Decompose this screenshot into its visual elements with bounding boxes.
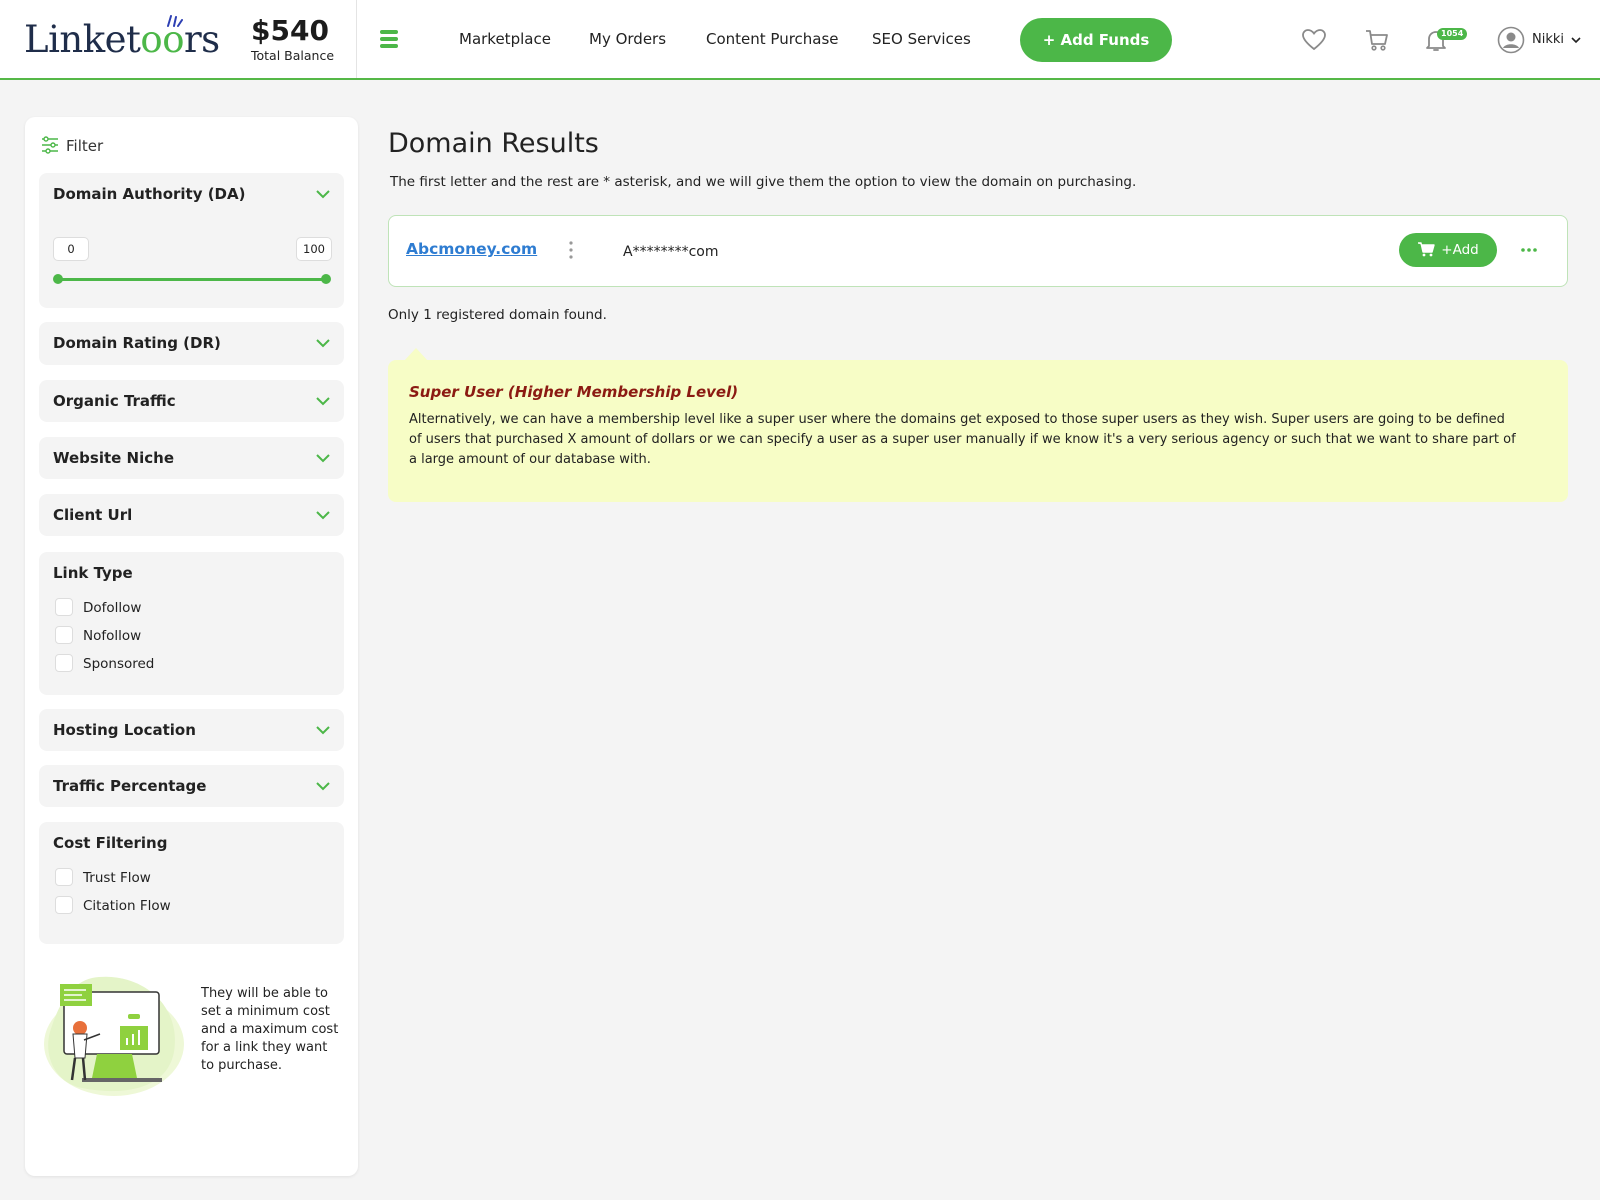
menu-toggle-icon[interactable] xyxy=(380,30,398,48)
nofollow-option[interactable]: Nofollow xyxy=(55,626,141,644)
logo-spark-icon xyxy=(167,15,183,27)
traffic-percentage-panel[interactable]: Traffic Percentage xyxy=(39,765,344,807)
trust-flow-checkbox[interactable] xyxy=(55,868,73,886)
add-funds-button[interactable]: + Add Funds xyxy=(1020,18,1172,62)
panel-title: Traffic Percentage xyxy=(53,777,207,795)
website-niche-panel[interactable]: Website Niche xyxy=(39,437,344,479)
chevron-down-icon[interactable] xyxy=(316,189,330,199)
option-label: Trust Flow xyxy=(83,870,151,886)
da-slider-min-handle[interactable] xyxy=(53,274,63,284)
note-title: Super User (Higher Membership Level) xyxy=(409,383,739,401)
nofollow-checkbox[interactable] xyxy=(55,626,73,644)
trust-flow-option[interactable]: Trust Flow xyxy=(55,868,151,886)
nav-marketplace[interactable]: Marketplace xyxy=(459,30,551,48)
chevron-down-icon[interactable] xyxy=(316,510,330,520)
cart-icon[interactable] xyxy=(1363,26,1391,54)
nav-my-orders[interactable]: My Orders xyxy=(589,30,666,48)
panel-title[interactable]: Domain Authority (DA) xyxy=(53,185,245,203)
filter-label: Filter xyxy=(66,137,104,155)
logo-text-start: Linket xyxy=(24,18,141,61)
dofollow-option[interactable]: Dofollow xyxy=(55,598,141,616)
chevron-down-icon[interactable] xyxy=(316,725,330,735)
linketoors-logo[interactable]: Linketoors xyxy=(24,15,220,61)
option-label: Sponsored xyxy=(83,656,155,672)
dofollow-checkbox[interactable] xyxy=(55,598,73,616)
da-max-input[interactable]: 100 xyxy=(296,237,332,261)
panel-title: Website Niche xyxy=(53,449,174,467)
top-header: Linketoors $540 Total Balance Marketplac… xyxy=(0,0,1600,80)
balance-label: Total Balance xyxy=(251,48,335,63)
notification-count-badge: 1054 xyxy=(1437,28,1468,40)
page-subtitle: The first letter and the rest are * aste… xyxy=(390,174,1137,190)
chevron-down-icon[interactable] xyxy=(316,781,330,791)
da-slider-max-handle[interactable] xyxy=(321,274,331,284)
organic-traffic-panel[interactable]: Organic Traffic xyxy=(39,380,344,422)
analytics-illustration xyxy=(44,976,184,1096)
filter-sliders-icon xyxy=(42,136,58,154)
note-pointer xyxy=(404,348,428,361)
masked-domain: A********com xyxy=(623,244,719,260)
results-count-text: Only 1 registered domain found. xyxy=(388,307,607,323)
chevron-down-icon[interactable] xyxy=(316,396,330,406)
sponsored-checkbox[interactable] xyxy=(55,654,73,672)
option-label: Nofollow xyxy=(83,628,142,644)
panel-title: Link Type xyxy=(53,564,133,582)
user-name[interactable]: Nikki xyxy=(1532,32,1564,47)
logo-text-end: rs xyxy=(183,18,220,61)
domain-authority-panel: Domain Authority (DA) 0 100 xyxy=(39,173,344,308)
cost-info-text: They will be able to set a minimum cost … xyxy=(201,986,339,1073)
option-label: Citation Flow xyxy=(83,898,171,914)
chevron-down-icon[interactable] xyxy=(316,338,330,348)
option-label: Dofollow xyxy=(83,600,142,616)
balance-amount: $540 xyxy=(251,14,329,47)
header-divider xyxy=(356,0,357,78)
more-options-icon[interactable] xyxy=(1520,247,1538,253)
hosting-location-panel[interactable]: Hosting Location xyxy=(39,709,344,751)
page-title: Domain Results xyxy=(388,128,599,159)
domain-rating-panel[interactable]: Domain Rating (DR) xyxy=(39,322,344,365)
add-button-label: +Add xyxy=(1441,242,1479,258)
balance-display: $540 Total Balance xyxy=(251,14,335,64)
panel-title: Domain Rating (DR) xyxy=(53,334,221,352)
domain-link[interactable]: Abcmoney.com xyxy=(406,240,537,258)
panel-title: Cost Filtering xyxy=(53,834,168,852)
user-avatar-icon[interactable] xyxy=(1497,26,1525,54)
da-min-input[interactable]: 0 xyxy=(53,237,89,261)
sponsored-option[interactable]: Sponsored xyxy=(55,654,154,672)
add-to-cart-button[interactable]: +Add xyxy=(1399,233,1497,267)
link-type-panel: Link Type Dofollow Nofollow Sponsored xyxy=(39,552,344,695)
panel-title: Hosting Location xyxy=(53,721,196,739)
cart-icon xyxy=(1418,242,1435,257)
heart-icon[interactable] xyxy=(1300,26,1328,54)
nav-seo-services[interactable]: SEO Services xyxy=(872,30,971,48)
client-url-panel[interactable]: Client Url xyxy=(39,494,344,536)
panel-title: Client Url xyxy=(53,506,133,524)
nav-content-purchase[interactable]: Content Purchase xyxy=(706,30,839,48)
chevron-down-icon[interactable] xyxy=(316,453,330,463)
panel-title: Organic Traffic xyxy=(53,392,176,410)
cost-filtering-panel: Cost Filtering Trust Flow Citation Flow xyxy=(39,822,344,944)
domain-result-card: Abcmoney.com A********com +Add xyxy=(388,215,1568,287)
chevron-down-icon[interactable] xyxy=(1571,36,1581,44)
note-body: Alternatively, we can have a membership … xyxy=(409,412,1516,467)
citation-flow-checkbox[interactable] xyxy=(55,896,73,914)
da-slider-track[interactable] xyxy=(57,278,327,281)
filter-header: Filter xyxy=(40,135,103,155)
super-user-note: Super User (Higher Membership Level) Alt… xyxy=(388,348,1568,502)
filter-sidebar: Filter Domain Authority (DA) 0 100 Domai… xyxy=(25,117,358,1176)
vertical-dots-icon[interactable] xyxy=(569,240,573,260)
citation-flow-option[interactable]: Citation Flow xyxy=(55,896,171,914)
